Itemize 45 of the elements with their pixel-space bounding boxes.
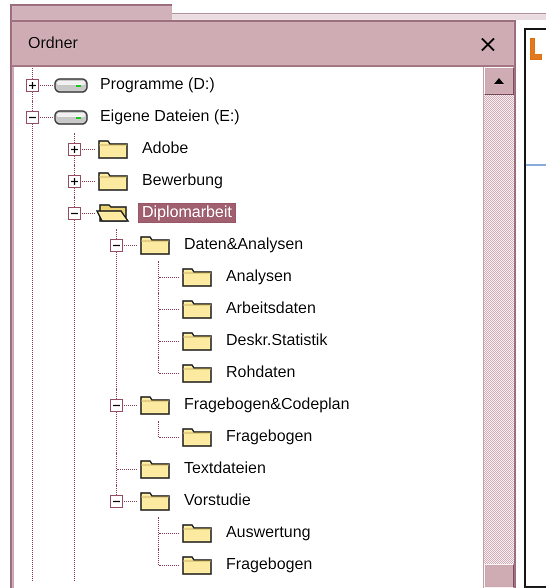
expand-icon[interactable] xyxy=(26,78,38,92)
folder-label[interactable]: Auswertung xyxy=(222,523,314,543)
folder-label[interactable]: Adobe xyxy=(138,139,192,159)
folder-icon xyxy=(138,458,172,480)
collapse-icon[interactable] xyxy=(68,206,80,220)
folder-icon xyxy=(180,266,214,288)
collapse-icon[interactable] xyxy=(110,238,122,252)
collapse-icon[interactable] xyxy=(110,494,122,508)
folder-label[interactable]: Arbeitsdaten xyxy=(222,299,320,319)
collapse-icon[interactable] xyxy=(26,110,38,124)
folder-label[interactable]: Fragebogen xyxy=(222,555,316,575)
folder-icon xyxy=(138,234,172,256)
open-folder-icon xyxy=(96,202,130,224)
folder-icon xyxy=(96,138,130,160)
logo-icon xyxy=(530,38,542,60)
scrollbar[interactable] xyxy=(483,67,514,588)
folder-label[interactable]: Daten&Analysen xyxy=(180,235,308,255)
close-button[interactable]: × xyxy=(476,32,500,56)
folder-label[interactable]: Analysen xyxy=(222,267,296,287)
folder-label[interactable]: Deskr.Statistik xyxy=(222,331,332,351)
expand-icon[interactable] xyxy=(68,174,80,188)
folder-icon xyxy=(180,330,214,352)
folder-icon xyxy=(180,426,214,448)
folder-label[interactable]: Programme (D:) xyxy=(96,75,219,95)
folder-icon xyxy=(180,554,214,576)
scroll-up-button[interactable] xyxy=(484,67,514,95)
scroll-thumb[interactable] xyxy=(484,564,514,588)
folder-label[interactable]: Textdateien xyxy=(180,459,270,479)
folder-icon xyxy=(96,170,130,192)
collapse-icon[interactable] xyxy=(110,398,122,412)
expand-icon[interactable] xyxy=(68,142,80,156)
panel-title: Ordner xyxy=(28,34,78,52)
folder-label[interactable]: Fragebogen xyxy=(222,427,316,447)
folder-icon xyxy=(138,394,172,416)
folder-icon xyxy=(180,522,214,544)
folder-label[interactable]: Fragebogen&Codeplan xyxy=(180,395,354,415)
up-arrow-icon xyxy=(494,78,504,84)
folder-label[interactable]: Diplomarbeit xyxy=(138,203,236,223)
folder-label[interactable]: Bewerbung xyxy=(138,171,227,191)
folder-label[interactable]: Eigene Dateien (E:) xyxy=(96,107,244,127)
folder-icon xyxy=(138,490,172,512)
folder-icon xyxy=(180,298,214,320)
folder-label[interactable]: Rohdaten xyxy=(222,363,300,383)
folder-icon xyxy=(180,362,214,384)
folder-label[interactable]: Vorstudie xyxy=(180,491,255,511)
